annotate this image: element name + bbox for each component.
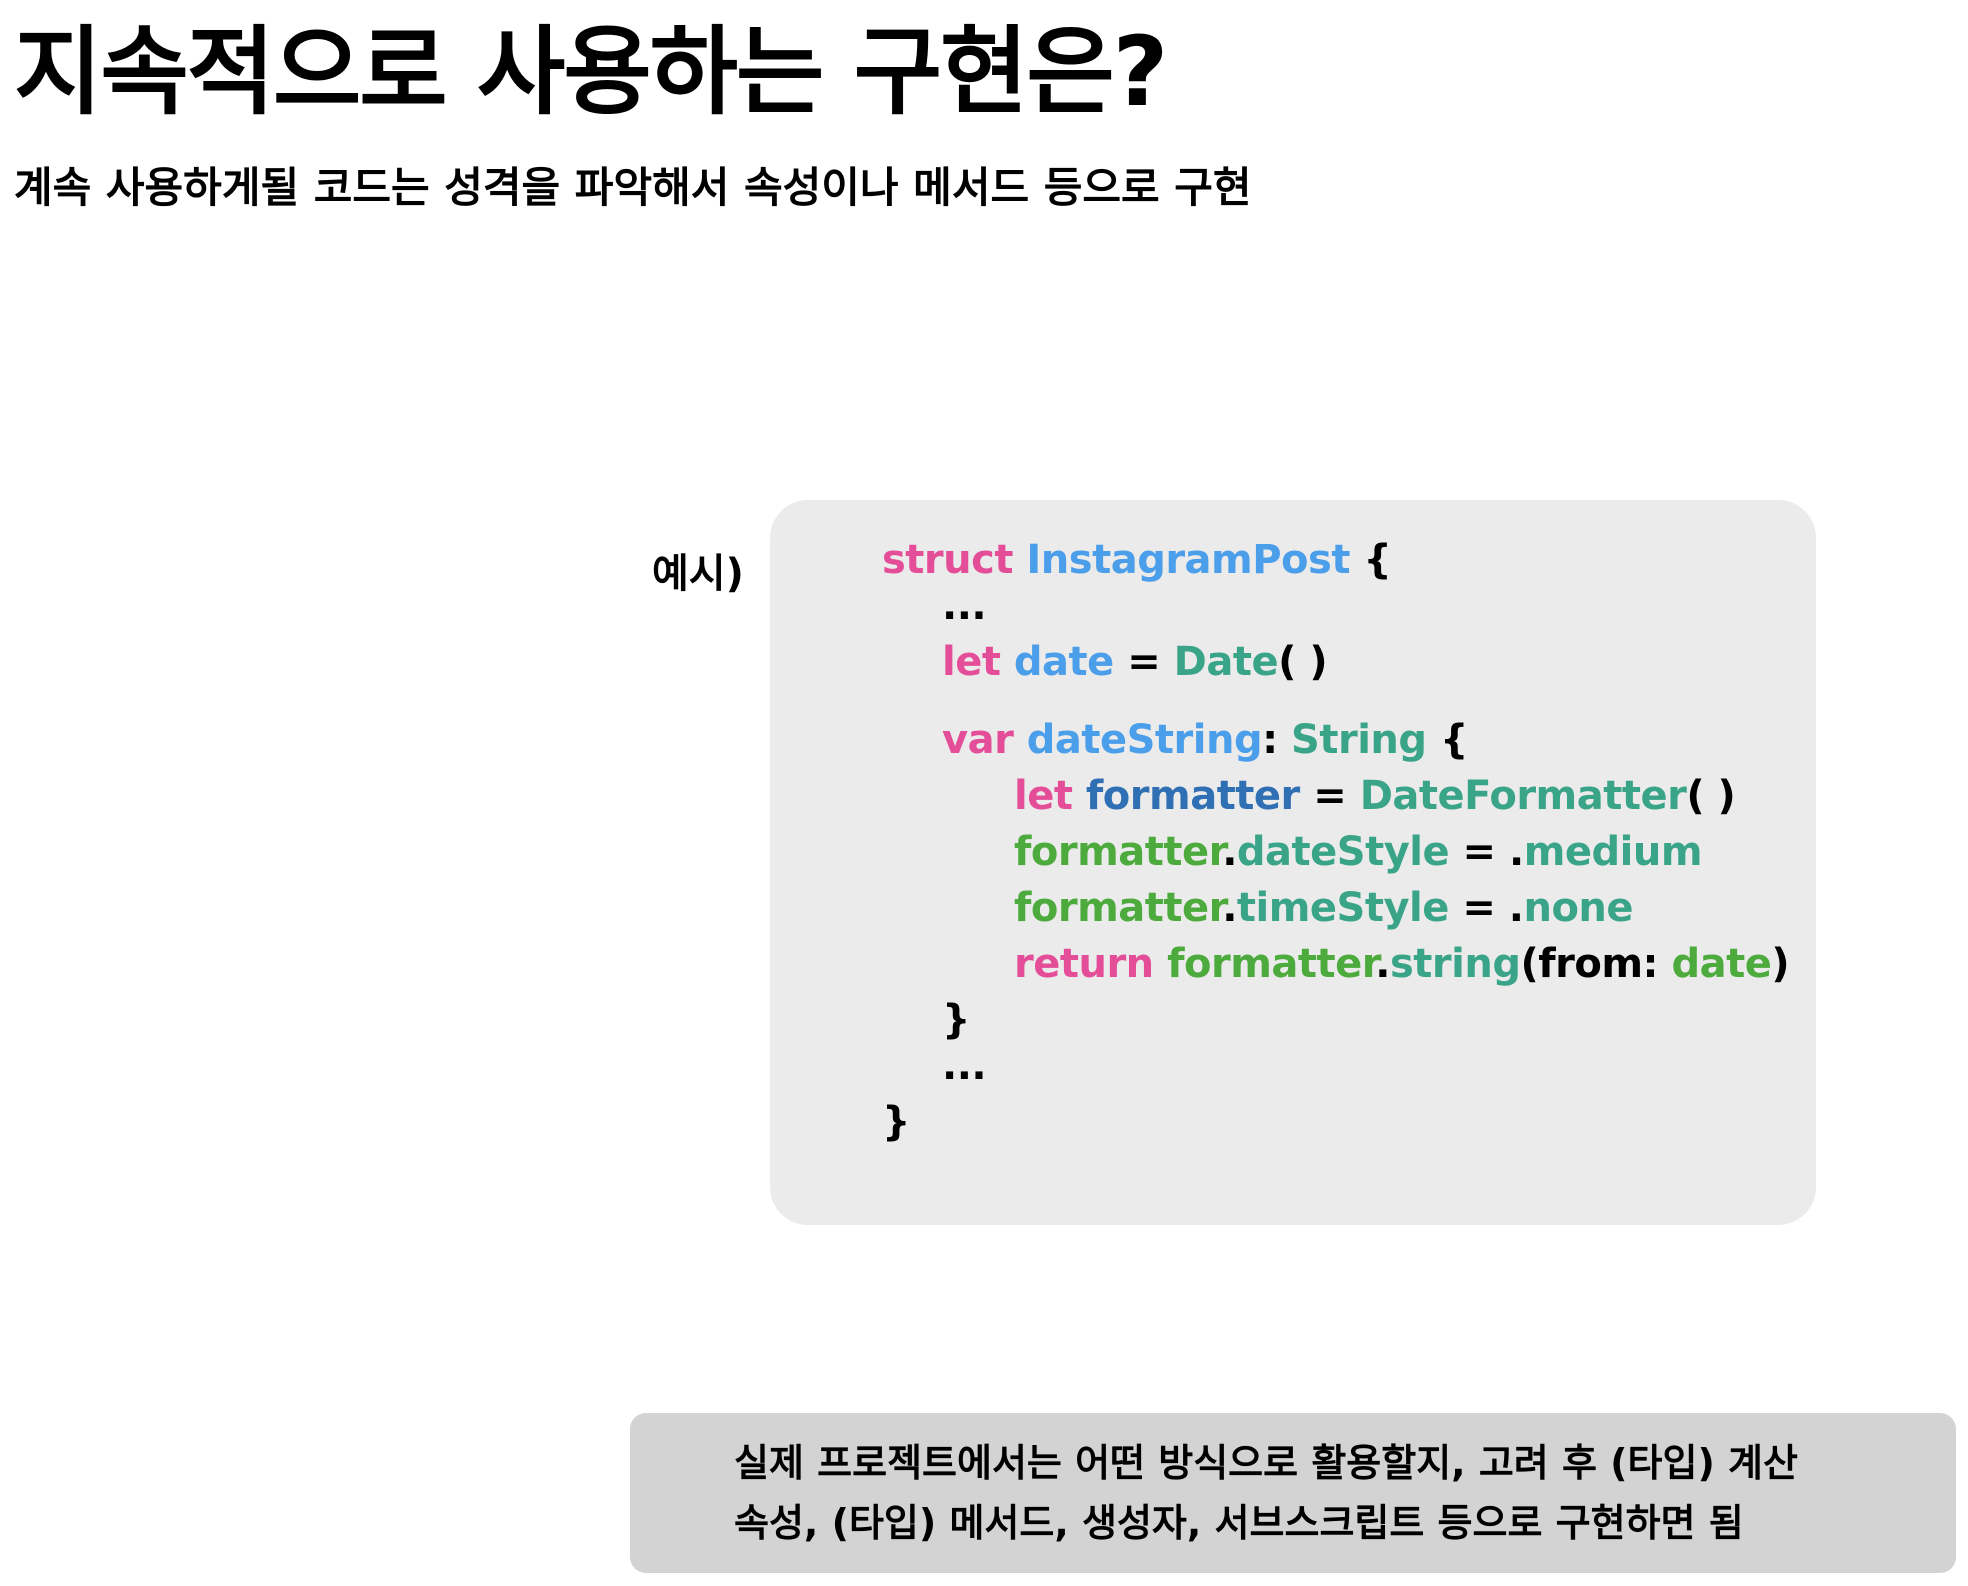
code-operator: =	[1127, 639, 1161, 685]
code-brace: }	[882, 1099, 910, 1145]
code-dot: .	[1508, 885, 1524, 931]
code-dot: .	[1222, 885, 1237, 931]
code-colon: :	[1262, 717, 1278, 763]
code-keyword: struct	[882, 537, 1013, 583]
code-block: struct InstagramPost { ... let date = Da…	[770, 500, 1816, 1225]
code-line-2: ...	[942, 580, 987, 632]
code-struct-name: InstagramPost	[1026, 537, 1350, 583]
code-method: string	[1389, 941, 1521, 987]
code-call-parens: ( )	[1278, 639, 1328, 685]
code-line-5: let formatter = DateFormatter( )	[1014, 770, 1736, 822]
code-line-1: struct InstagramPost {	[882, 534, 1392, 586]
code-paren: )	[1771, 941, 1790, 987]
code-object: formatter	[1167, 941, 1376, 987]
code-member: dateStyle	[1236, 829, 1450, 875]
slide-title: 지속적으로 사용하는 구현은?	[14, 16, 1168, 128]
code-ellipsis: ...	[942, 1043, 987, 1089]
code-line-9: }	[942, 994, 970, 1046]
code-ellipsis: ...	[942, 583, 987, 629]
code-argument-label: (from:	[1520, 941, 1672, 987]
code-dot: .	[1509, 829, 1524, 875]
code-enum-value: medium	[1523, 829, 1703, 875]
code-type: Date	[1173, 639, 1279, 685]
code-line-7: formatter.timeStyle = .none	[1014, 882, 1634, 934]
code-line-6: formatter.dateStyle = .medium	[1014, 826, 1703, 878]
code-line-3: let date = Date( )	[942, 636, 1328, 688]
code-line-8: return formatter.string(from: date)	[1014, 938, 1790, 990]
summary-note-line-2: 속성, (타입) 메서드, 생성자, 서브스크립트 등으로 구현하면 됨	[734, 1501, 1744, 1545]
code-keyword: return	[1014, 941, 1154, 987]
code-object: formatter	[1014, 885, 1223, 931]
slide-subtitle: 계속 사용하게될 코드는 성격을 파악해서 속성이나 메서드 등으로 구현	[14, 163, 1252, 212]
code-keyword: var	[942, 717, 1014, 763]
code-dot: .	[1375, 941, 1390, 987]
code-brace: {	[1439, 717, 1468, 763]
code-property-name: dateString	[1026, 717, 1263, 763]
code-keyword: let	[1014, 773, 1073, 819]
code-line-11: }	[882, 1096, 910, 1148]
example-label: 예시)	[652, 551, 744, 597]
code-argument: date	[1671, 941, 1772, 987]
code-type: String	[1291, 717, 1427, 763]
code-line-4: var dateString: String {	[942, 714, 1468, 766]
code-keyword: let	[942, 639, 1001, 685]
code-operator: =	[1462, 829, 1497, 875]
summary-note: 실제 프로젝트에서는 어떤 방식으로 활용할지, 고려 후 (타입) 계산 속성…	[630, 1413, 1956, 1573]
code-brace: {	[1363, 537, 1392, 583]
code-operator: =	[1313, 773, 1347, 819]
code-type: DateFormatter	[1359, 773, 1687, 819]
code-property-name: date	[1013, 639, 1114, 685]
code-dot: .	[1222, 829, 1237, 875]
code-enum-value: none	[1523, 885, 1634, 931]
code-brace: }	[942, 997, 970, 1043]
code-operator: =	[1462, 885, 1496, 931]
code-call-parens: ( )	[1686, 773, 1736, 819]
summary-note-line-1: 실제 프로젝트에서는 어떤 방식으로 활용할지, 고려 후 (타입) 계산	[734, 1441, 1798, 1485]
code-object: formatter	[1014, 829, 1223, 875]
code-member: timeStyle	[1236, 885, 1449, 931]
code-line-10: ...	[942, 1040, 987, 1092]
code-local-variable: formatter	[1085, 773, 1300, 819]
